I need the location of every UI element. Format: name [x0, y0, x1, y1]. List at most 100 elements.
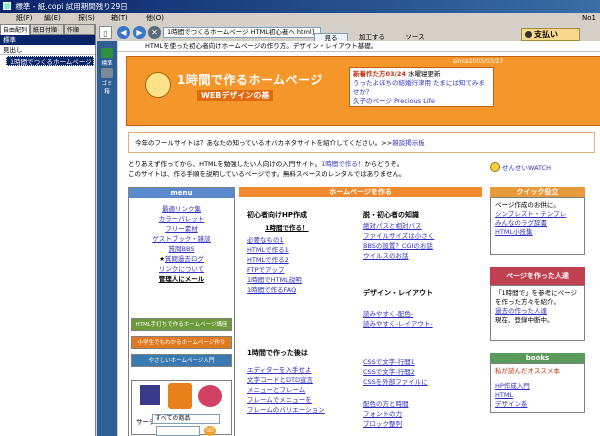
beginner-link-1[interactable]: 必要なもの1	[247, 235, 309, 245]
menu-list: 最適リンク集 カラーパレット フリー素材 ゲストブック・雑談 質問BBS ★質問…	[129, 198, 234, 284]
after-link-2[interactable]: 文字コードとDTD宣言	[247, 375, 325, 385]
tree-root[interactable]: 標準	[0, 35, 95, 45]
folder-trash[interactable]: ゴミ箱	[99, 68, 115, 95]
news-link-4[interactable]: Precious Life	[394, 97, 435, 105]
menu-item-color-palette[interactable]: カラーパレット	[129, 214, 234, 224]
folder-icon	[101, 48, 113, 58]
site-logo-title: 1時間で作るホームページ	[177, 73, 323, 87]
address-field[interactable]: 1時間でつくるホームページ HTML初心者へ html]	[163, 27, 321, 38]
beginner-link-4[interactable]: FTPでアップ	[247, 265, 309, 275]
menu-item-guestbook[interactable]: ゲストブック・雑談	[129, 234, 234, 244]
news-link-3[interactable]: 久子のページ	[353, 97, 392, 105]
icon-column: 標準 ゴミ箱	[97, 24, 117, 436]
folder-standard-label: 標準	[101, 61, 113, 67]
about-text-1: 「1時間で」を参考にページを作った方々を紹介。	[495, 289, 578, 306]
menu-item-about-links[interactable]: リンクについて	[129, 264, 234, 274]
quick-text: ページ作成のお供に。	[495, 201, 560, 209]
about-header: ページを作った人達	[490, 267, 585, 285]
bird-icon	[198, 385, 222, 407]
new-page-icon[interactable]: ▯	[99, 26, 112, 39]
quick-link-2[interactable]: みんなのラグ辞書	[495, 219, 547, 227]
quick-box: ページ作成のお供に。 シンプレスト・テンプレ みんなのラグ辞書 HTML小技集	[490, 197, 585, 255]
book-link-2[interactable]: HTML	[495, 391, 513, 399]
beginner-link-2[interactable]: HTMLで作る1	[247, 245, 309, 255]
web-page: since2003/03/27 1時間で作るホームページ WEBデザインの基 新…	[118, 52, 600, 436]
intermediate-link-2[interactable]: ファイルサイズは小さく	[363, 231, 434, 241]
menu-file[interactable]: 紙(F)	[16, 13, 33, 24]
design-heading: デザイン・レイアウト	[363, 289, 433, 297]
menu-box[interactable]: 箱(T)	[111, 13, 128, 24]
beginner-link-3[interactable]: HTMLで作る2	[247, 255, 309, 265]
go-button[interactable]: GO	[204, 426, 216, 436]
css-link-3[interactable]: CSSを外部ファイルに	[363, 377, 428, 387]
intermediate-link-1[interactable]: 絶対パスと相対パス	[363, 221, 434, 231]
css-link-1[interactable]: CSSで文字-行間1	[363, 357, 428, 367]
category-select[interactable]: すべての商品	[152, 414, 220, 424]
menu-item-qa-bbs[interactable]: 質問BBS	[129, 244, 234, 254]
search-input[interactable]	[156, 426, 200, 436]
css-link-4[interactable]: 配色の方と時間	[363, 399, 428, 409]
css-link-2[interactable]: CSSで文字-行間2	[363, 367, 428, 377]
site-banner: since2003/03/27 1時間で作るホームページ WEBデザインの基 新…	[126, 56, 600, 126]
guestbook-text: 今年のフールサイトは？あなたの知っているオバカネタサイトを紹介してください。>>	[135, 139, 393, 147]
tab-creation-order[interactable]: 作順	[64, 24, 95, 35]
intro-link[interactable]: 1時間で作る！	[321, 160, 364, 168]
folder-standard[interactable]: 標準	[99, 48, 115, 67]
banner-html-course[interactable]: HTML手打ちで作るホームページ講座	[131, 318, 232, 331]
center-header: ホームページを作る	[239, 187, 482, 197]
intermediate-heading: 脱・初心者の知識	[363, 211, 419, 219]
banner-easy-hp[interactable]: やさしいホームページ入門	[131, 354, 232, 367]
tree-section-heading: 見出し	[0, 45, 95, 55]
intermediate-link-4[interactable]: ウイルスのお話	[363, 251, 434, 261]
teacher-watch-link[interactable]: せんせいWATCH	[490, 162, 551, 172]
news-link-1[interactable]: うったよほちの結婚行津用	[353, 79, 431, 87]
pay-button[interactable]: 支払い	[521, 28, 580, 41]
css-section: CSSで文字-行間1 CSSで文字-行間2 CSSを外部ファイルに 配色の方と時…	[363, 357, 428, 429]
book-link-3[interactable]: デザイン系	[495, 400, 528, 408]
after-link-4[interactable]: フレームでメニューを	[247, 395, 325, 405]
css-link-5[interactable]: フォントの力	[363, 409, 428, 419]
books-text: 私が読んだオススメ本	[495, 367, 560, 375]
book-link-1[interactable]: HP作成入門	[495, 382, 530, 390]
shop-search-box: サーチ: すべての商品 GO	[131, 380, 232, 436]
menu-item-links[interactable]: 最適リンク集	[129, 204, 234, 214]
tree-item-selected[interactable]: 1時間でつくるホームページ	[6, 56, 94, 66]
after-link-1[interactable]: エディターを入手せよ	[247, 365, 325, 375]
tab-date-order[interactable]: 紙日付順	[30, 24, 64, 35]
forward-arrow-icon[interactable]: ▶	[133, 26, 146, 39]
guestbook-link[interactable]: 雑談掲示板	[392, 139, 425, 147]
page-number: No1	[582, 14, 596, 22]
menu-item-qa-log[interactable]: ★質問過去ログ	[129, 254, 234, 264]
beginner-link-6[interactable]: 1時間で作るFAQ	[247, 285, 309, 295]
intermediate-link-3[interactable]: BBSの設置？CGIのお話	[363, 241, 434, 251]
design-section: デザイン・レイアウト 読みやすく-配色- 読みやすく-レイアウト-	[363, 287, 433, 329]
menu-search[interactable]: 探(S)	[78, 13, 95, 24]
trash-toolbar-icon[interactable]: ✕	[148, 26, 161, 39]
design-link-2[interactable]: 読みやすく-レイアウト-	[363, 319, 433, 329]
intro-line-1-end: からどうぞ。	[364, 160, 404, 168]
beginner-link-1hour[interactable]: 1時間で作る！	[247, 221, 309, 235]
design-link-1[interactable]: 読みやすく-配色-	[363, 309, 433, 319]
intermediate-section: 脱・初心者の知識 絶対パスと相対パス ファイルサイズは小さく BBSの設置？CG…	[363, 209, 434, 261]
tab-free-layout[interactable]: 自由配列	[0, 24, 30, 35]
menu-item-mail[interactable]: 管理人にメール	[129, 274, 234, 284]
since-date: since2003/03/27	[453, 58, 504, 65]
menu-edit[interactable]: 編(E)	[44, 13, 61, 24]
menu-item-free-material[interactable]: フリー素材	[129, 224, 234, 234]
about-link[interactable]: 過去の作った人達	[495, 307, 547, 315]
books-box: 私が読んだオススメ本 HP作成入門 HTML デザイン系	[490, 363, 585, 413]
banner-kids-hp[interactable]: 小学生でもわかるホームページ作り	[131, 336, 232, 349]
intro-line-2: このサイトは、作る手順を説明しているページです。無料スペースのレンタルではありま…	[128, 170, 406, 178]
back-arrow-icon[interactable]: ◀	[117, 26, 130, 39]
menu-column: menu 最適リンク集 カラーパレット フリー素材 ゲストブック・雑談 質問BB…	[128, 187, 235, 436]
menu-other[interactable]: 他(O)	[146, 13, 164, 24]
left-panel: 自由配列 紙日付順 作順 標準 見出し 1時間でつくるホームページ	[0, 24, 96, 436]
after-link-5[interactable]: フレームのバリエーション	[247, 405, 325, 415]
beginner-link-5[interactable]: 1時間でHTML説明	[247, 275, 309, 285]
quick-link-1[interactable]: シンプレスト・テンプレ	[495, 210, 566, 218]
title-bar: 標準 - 紙.copi 試用期間残り29日	[0, 0, 600, 13]
quick-link-3[interactable]: HTML小技集	[495, 228, 533, 236]
after-link-3[interactable]: メニューとフレーム	[247, 385, 325, 395]
app-icon	[3, 2, 11, 10]
css-link-6[interactable]: ブロック整列	[363, 419, 428, 429]
